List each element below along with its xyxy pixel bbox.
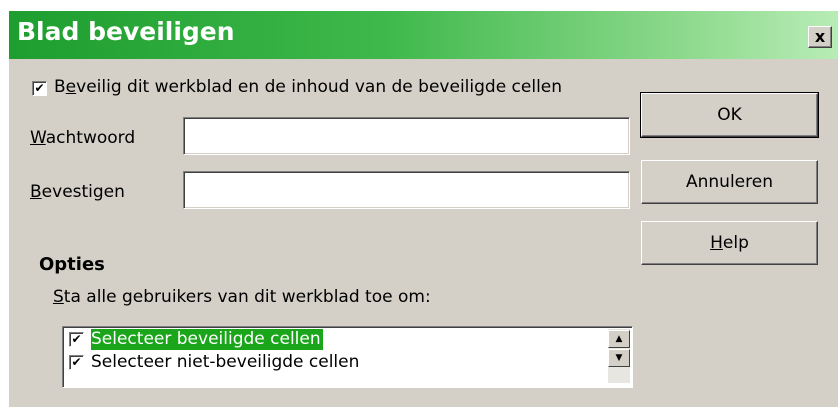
allow-users-label: Sta alle gebruikers van dit werkblad toe…: [53, 287, 431, 307]
scroll-down-button[interactable]: ▼: [608, 349, 630, 367]
scroll-up-icon: ▲: [615, 334, 623, 344]
options-heading: Opties: [39, 254, 105, 275]
scroll-down-icon: ▼: [615, 353, 623, 363]
check-icon: ✔: [71, 332, 82, 346]
password-label: Wachtwoord: [30, 128, 136, 148]
title-bar[interactable]: Blad beveiligen x: [9, 11, 838, 59]
list-item-label: Selecteer niet-beveiligde cellen: [91, 352, 360, 372]
confirm-password-field[interactable]: [183, 171, 630, 209]
ok-button[interactable]: OK: [640, 92, 819, 138]
protect-sheet-checkbox[interactable]: ✔: [32, 81, 47, 96]
scroll-up-button[interactable]: ▲: [608, 330, 630, 348]
select-unprotected-cells-checkbox[interactable]: ✔: [69, 355, 84, 370]
protect-sheet-label[interactable]: Beveilig dit werkblad en de inhoud van d…: [54, 77, 562, 97]
close-icon: x: [814, 27, 826, 46]
check-icon: ✔: [34, 81, 45, 95]
list-item-label: Selecteer beveiligde cellen: [91, 329, 323, 350]
dialog-title: Blad beveiligen: [17, 17, 235, 46]
protect-sheet-dialog: Blad beveiligen x ✔ Beveilig dit werkbla…: [9, 11, 838, 407]
password-field[interactable]: [183, 117, 630, 155]
close-button[interactable]: x: [808, 26, 832, 48]
permissions-list[interactable]: ✔ Selecteer beveiligde cellen ✔ Selectee…: [62, 326, 633, 388]
list-scrollbar[interactable]: ▲ ▼: [608, 329, 630, 383]
cancel-button[interactable]: Annuleren: [641, 160, 818, 204]
select-protected-cells-checkbox[interactable]: ✔: [69, 332, 84, 347]
confirm-password-label: Bevestigen: [30, 182, 125, 202]
check-icon: ✔: [71, 355, 82, 369]
help-button[interactable]: Help: [641, 221, 818, 265]
